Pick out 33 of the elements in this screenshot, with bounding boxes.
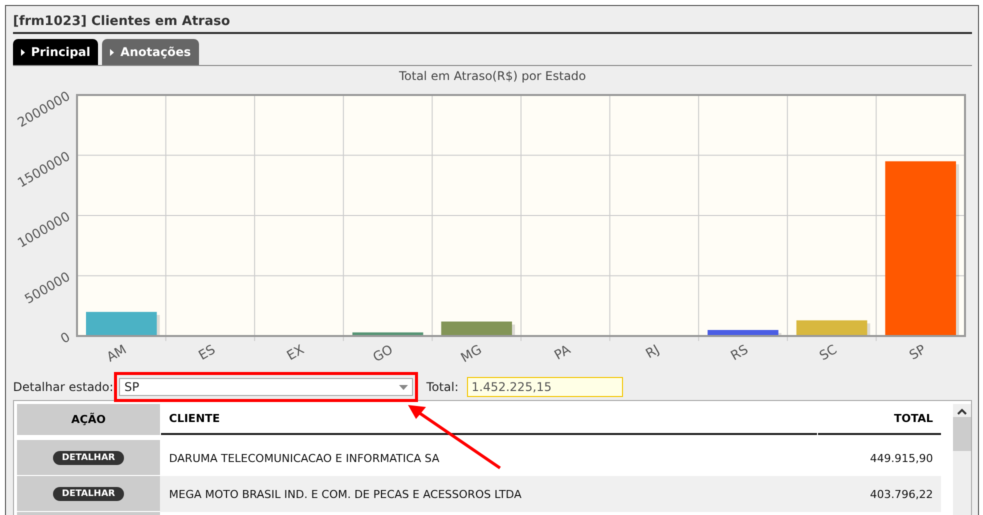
dropdown-arrow-icon: [399, 384, 408, 390]
table-cell-text: 449.915,90: [869, 450, 934, 466]
window-title: [frm1023] Clientes em Atraso: [13, 14, 972, 34]
caret-icon: [21, 48, 25, 56]
state-dropdown[interactable]: SP: [119, 378, 414, 396]
total-field: 1.452.225,15: [466, 377, 622, 397]
detail-button[interactable]: DETALHAR: [52, 450, 124, 464]
x-tick-label: SP: [907, 342, 929, 364]
table-cell: MEGA MOTO BRASIL IND. E COM. DE PECAS E ACESSOROS LTDA: [169, 488, 522, 500]
table-cell: DARUMA TELECOMUNICACAO E INFORMATICA SA: [169, 452, 440, 464]
scroll-up-icon[interactable]: [957, 408, 967, 415]
column-header: AÇÃO: [17, 404, 160, 436]
x-tick-label: ES: [196, 342, 218, 364]
caret-icon: [110, 48, 114, 56]
x-tick-label: EX: [284, 342, 307, 364]
table-cell: 403.796,22: [818, 476, 941, 512]
x-tick-label: SC: [817, 342, 840, 364]
x-tick-label: MG: [458, 342, 485, 366]
scrollbar[interactable]: [953, 404, 971, 515]
column-header: TOTAL: [818, 404, 941, 435]
x-tick-label: PA: [552, 342, 574, 364]
column-header: CLIENTE: [161, 404, 817, 435]
tab[interactable]: Anotações: [102, 39, 199, 65]
detail-button[interactable]: DETALHAR: [52, 486, 124, 500]
chart-title: Total em Atraso(R$) por Estado: [398, 68, 588, 84]
field-label: Detalhar estado:: [13, 380, 114, 394]
x-tick-label: AM: [104, 342, 130, 366]
x-tick-label: RJ: [644, 342, 662, 362]
x-tick-label: RS: [728, 342, 751, 364]
tab[interactable]: Principal: [13, 39, 98, 65]
field-label: Total:: [426, 380, 458, 394]
y-tick-label: 0: [58, 330, 73, 348]
x-tick-label: GO: [370, 342, 396, 366]
